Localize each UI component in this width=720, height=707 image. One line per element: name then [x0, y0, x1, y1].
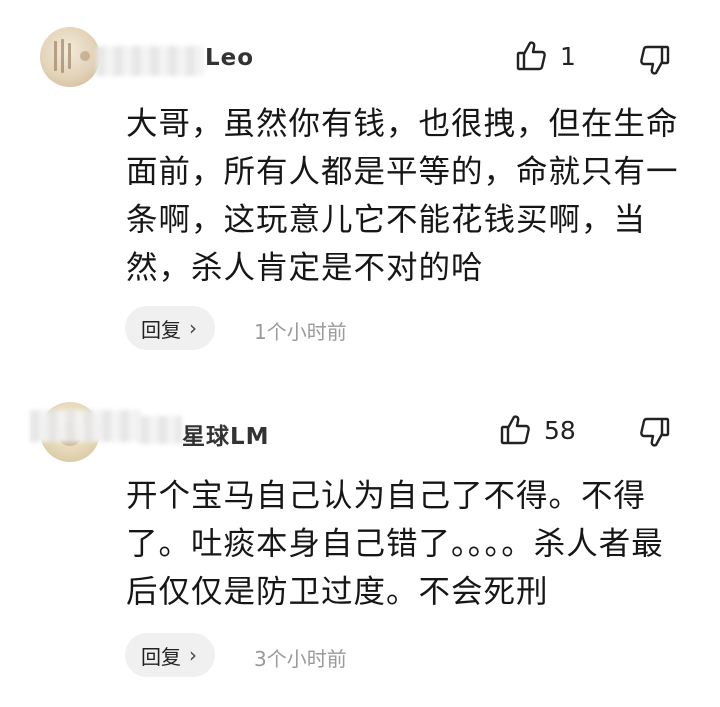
like-count: 1 — [560, 41, 576, 71]
like-button[interactable]: 1 — [516, 40, 576, 72]
thumb-up-icon[interactable] — [516, 40, 546, 72]
reply-label: 回复 — [141, 644, 181, 669]
username[interactable]: Leo — [205, 45, 254, 71]
blurred-avatar-overlay — [30, 410, 140, 442]
chevron-right-icon: › — [189, 316, 197, 340]
comment-text: 大哥，虽然你有钱，也很拽，但在生命面前，所有人都是平等的，命就只有一条啊，这玩意… — [126, 106, 679, 286]
username[interactable]: 星球LM — [182, 417, 270, 451]
like-button[interactable]: 58 — [500, 414, 576, 446]
reply-button[interactable]: 回复 › — [125, 306, 215, 350]
thumb-up-icon[interactable] — [500, 414, 530, 446]
blurred-username — [96, 46, 204, 76]
comment-item: Leo 1 大哥，虽然你有钱，也很拽，但在生命面前，所有人都是平等的，命就只有一… — [0, 0, 720, 380]
blurred-username — [140, 416, 182, 444]
like-count: 58 — [544, 415, 576, 445]
comment-time: 1个小时前 — [254, 320, 347, 344]
chevron-right-icon: › — [189, 643, 197, 667]
thumb-down-icon[interactable] — [640, 44, 670, 76]
reply-label: 回复 — [141, 317, 181, 342]
comment-time: 3个小时前 — [254, 647, 347, 671]
comment-text: 开个宝马自己认为自己了不得。不得了。吐痰本身自己错了。。。。杀人者最后仅仅是防卫… — [126, 478, 664, 610]
comment-item: 星球LM 58 开个宝马自己认为自己了不得。不得了。吐痰本身自己错了。。。。杀人… — [0, 380, 720, 707]
reply-button[interactable]: 回复 › — [125, 633, 215, 677]
thumb-down-icon[interactable] — [640, 416, 670, 448]
avatar[interactable] — [40, 27, 100, 87]
